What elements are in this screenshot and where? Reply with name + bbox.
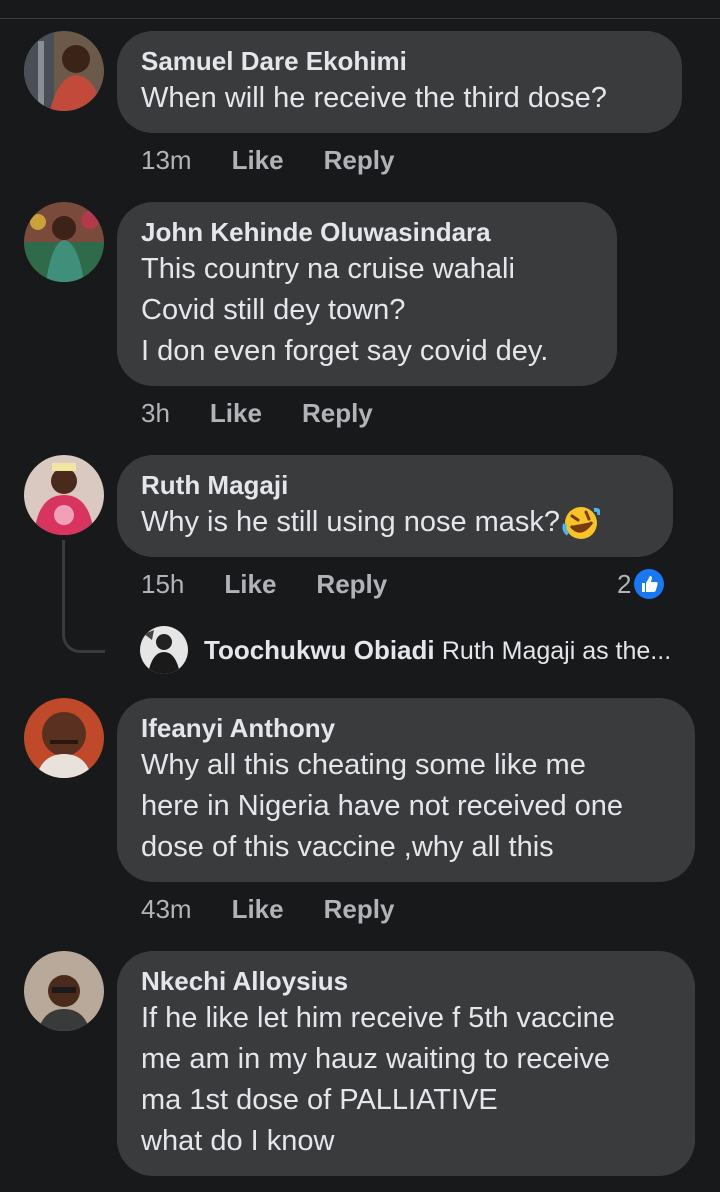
thread-connector — [62, 540, 105, 653]
comment-line: ma 1st dose of PALLIATIVE — [141, 1084, 498, 1116]
comment-actions: 15h Like Reply — [141, 567, 387, 601]
reply-preview[interactable]: Toochukwu Obiadi Ruth Magaji as the... — [204, 633, 671, 668]
commenter-name[interactable]: Ruth Magaji — [141, 468, 649, 502]
like-button[interactable]: Like — [232, 145, 284, 175]
avatar[interactable] — [24, 951, 104, 1031]
comment-bubble[interactable]: Ifeanyi Anthony Why all this cheating so… — [117, 698, 695, 882]
comment-line: me am in my hauz waiting to receive — [141, 1043, 611, 1075]
reply-author[interactable]: Toochukwu Obiadi — [204, 635, 435, 665]
reply-button[interactable]: Reply — [324, 894, 395, 924]
reaction-summary[interactable]: 2 — [617, 567, 665, 601]
commenter-name[interactable]: Samuel Dare Ekohimi — [141, 44, 658, 78]
comment-text: Why all this cheating some like me here … — [141, 745, 671, 868]
like-button[interactable]: Like — [210, 398, 262, 428]
like-button[interactable]: Like — [224, 569, 276, 599]
like-reaction-icon — [634, 569, 665, 599]
comment-bubble[interactable]: Ruth Magaji Why is he still using nose m… — [117, 455, 673, 557]
timestamp[interactable]: 13m — [141, 145, 192, 175]
comment-bubble[interactable]: John Kehinde Oluwasindara This country n… — [117, 202, 617, 386]
reaction-count: 2 — [617, 569, 632, 599]
avatar[interactable] — [140, 626, 188, 674]
comment-line: Why is he still using nose mask? — [141, 502, 649, 543]
reply-button[interactable]: Reply — [316, 569, 387, 599]
commenter-name[interactable]: Nkechi Alloysius — [141, 964, 671, 998]
comment-text: If he like let him receive f 5th vaccine… — [141, 998, 671, 1162]
comment-line: This country na cruise wahali — [141, 253, 515, 285]
comment-line-text: Why is he still using nose mask? — [141, 506, 561, 538]
timestamp[interactable]: 3h — [141, 398, 170, 428]
reply-button[interactable]: Reply — [324, 145, 395, 175]
comment-line: When will he receive the third dose? — [141, 82, 607, 114]
divider — [0, 18, 720, 19]
comment-line: dose of this vaccine ,why all this — [141, 831, 554, 863]
reply-preview-text: Ruth Magaji as the... — [441, 637, 672, 665]
comment-text: This country na cruise wahali Covid stil… — [141, 249, 593, 372]
comment-text: When will he receive the third dose? — [141, 78, 658, 119]
comment-line: I don even forget say covid dey. — [141, 335, 549, 367]
comment-line: If he like let him receive f 5th vaccine — [141, 1002, 615, 1034]
reply-button[interactable]: Reply — [302, 398, 373, 428]
commenter-name[interactable]: John Kehinde Oluwasindara — [141, 215, 593, 249]
like-button[interactable]: Like — [232, 894, 284, 924]
avatar[interactable] — [24, 31, 104, 111]
comment-bubble[interactable]: Nkechi Alloysius If he like let him rece… — [117, 951, 695, 1176]
commenter-name[interactable]: Ifeanyi Anthony — [141, 711, 671, 745]
avatar[interactable] — [24, 698, 104, 778]
rolling-on-floor-laughing-emoji — [562, 507, 601, 540]
comment-line: here in Nigeria have not received one — [141, 790, 624, 822]
comment-bubble[interactable]: Samuel Dare Ekohimi When will he receive… — [117, 31, 682, 133]
comment-line: what do I know — [141, 1125, 335, 1157]
comment-text: Why is he still using nose mask? — [141, 502, 649, 543]
timestamp[interactable]: 43m — [141, 894, 192, 924]
comment-actions: 3h Like Reply — [141, 396, 373, 430]
comment-line: Covid still dey town? — [141, 294, 406, 326]
avatar[interactable] — [24, 202, 104, 282]
timestamp[interactable]: 15h — [141, 569, 184, 599]
comment-line: Why all this cheating some like me — [141, 749, 586, 781]
avatar[interactable] — [24, 455, 104, 535]
comment-actions: 13m Like Reply — [141, 143, 394, 177]
comment-actions: 43m Like Reply — [141, 892, 394, 926]
